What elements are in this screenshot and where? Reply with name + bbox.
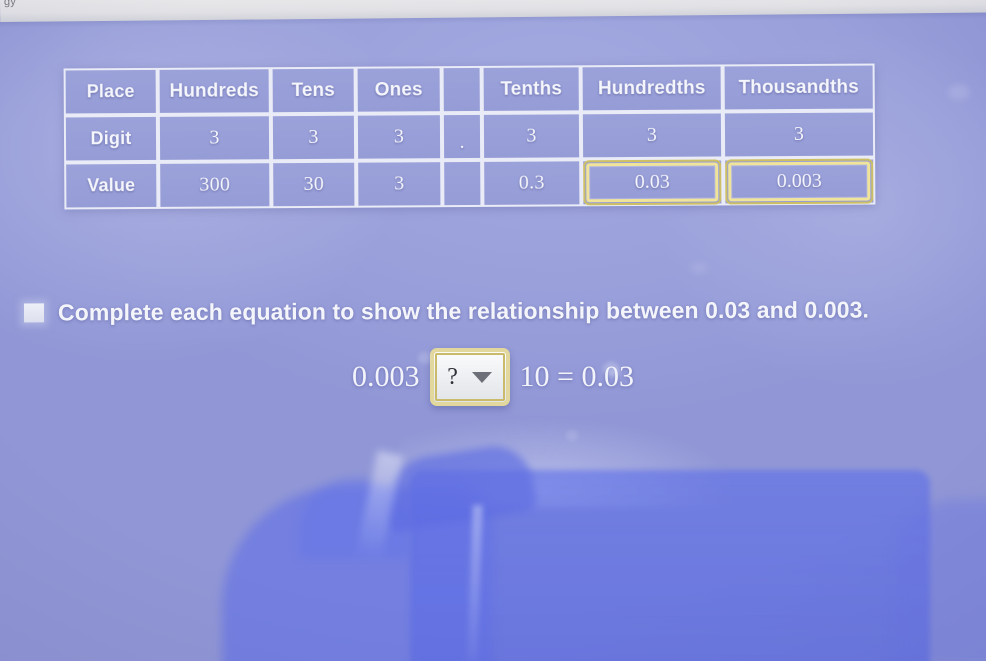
value-hundredths-highlighted: 0.03 (581, 158, 724, 207)
table-row-value: Value 300 30 3 0.3 0.03 0.003 (64, 157, 876, 210)
projected-lesson-screen: gy Decimal Place Value, Part 2 — Instruc… (0, 0, 986, 661)
app-top-bar: gy Decimal Place Value, Part 2 — Instruc… (0, 0, 986, 22)
equation-left-operand: 0.003 (352, 360, 420, 393)
operator-dropdown[interactable]: ? (429, 348, 510, 406)
surface-smudge (948, 84, 970, 100)
digit-hundreds: 3 (157, 114, 272, 162)
column-header-tenths: Tenths (481, 65, 581, 113)
surface-smudge (566, 430, 578, 441)
digit-tenths: 3 (481, 112, 582, 160)
shadow-edge-light (354, 450, 404, 564)
chevron-down-icon (471, 371, 492, 383)
digit-tens: 3 (270, 113, 357, 162)
value-tenths: 0.3 (482, 159, 582, 207)
table-row-digit: Digit 3 3 3 . 3 3 3 (63, 110, 876, 163)
row-label-digit: Digit (63, 114, 159, 163)
table-row-place: Place Hundreds Tens Ones Tenths Hundredt… (63, 63, 875, 116)
shadow-edge-light-2 (467, 504, 483, 661)
lesson-title: Decimal Place Value, Part 2 — Instructio… (0, 0, 986, 6)
equation-right-side: 10 = 0.03 (519, 360, 634, 393)
digit-thousandths: 3 (722, 110, 876, 159)
column-header-hundreds: Hundreds (157, 67, 271, 115)
operator-dropdown-value: ? (447, 364, 458, 390)
highlight-box-thousandths: 0.003 (725, 158, 874, 205)
row-label-place: Place (63, 67, 158, 116)
column-header-tens: Tens (270, 66, 356, 115)
shadow-slab (410, 470, 930, 661)
decimal-point: . (459, 131, 465, 154)
digit-hundredths: 3 (580, 111, 724, 160)
prompt-text: Complete each equation to show the relat… (57, 296, 870, 326)
value-decimal-blank (442, 159, 483, 208)
column-header-ones: Ones (355, 66, 442, 114)
row-label-value: Value (64, 161, 159, 210)
column-header-thousandths: Thousandths (722, 63, 875, 112)
square-bullet-icon (23, 303, 45, 323)
shadow-arm (222, 487, 492, 661)
prompt: Complete each equation to show the relat… (23, 296, 870, 327)
value-hundreds: 300 (158, 161, 272, 209)
surface-smudge (690, 262, 708, 274)
decimal-point-cell: . (441, 112, 483, 161)
column-header-decimal (441, 65, 482, 114)
value-tens: 30 (271, 160, 357, 209)
highlight-box-hundredths: 0.03 (583, 159, 722, 206)
digit-ones: 3 (355, 113, 443, 161)
shadow-right-edge (896, 500, 986, 661)
place-value-table: Place Hundreds Tens Ones Tenths Hundredt… (63, 63, 876, 210)
place-value-table-container: Place Hundreds Tens Ones Tenths Hundredt… (63, 63, 876, 210)
equation: 0.003 ? 10 = 0.03 (0, 348, 986, 406)
shadow-thumb (378, 440, 538, 534)
value-ones: 3 (356, 160, 443, 208)
column-header-hundredths: Hundredths (580, 64, 723, 113)
value-thousandths-highlighted: 0.003 (723, 157, 876, 206)
shadow-knuckle (300, 478, 410, 558)
shadow-glow-top (400, 418, 740, 508)
